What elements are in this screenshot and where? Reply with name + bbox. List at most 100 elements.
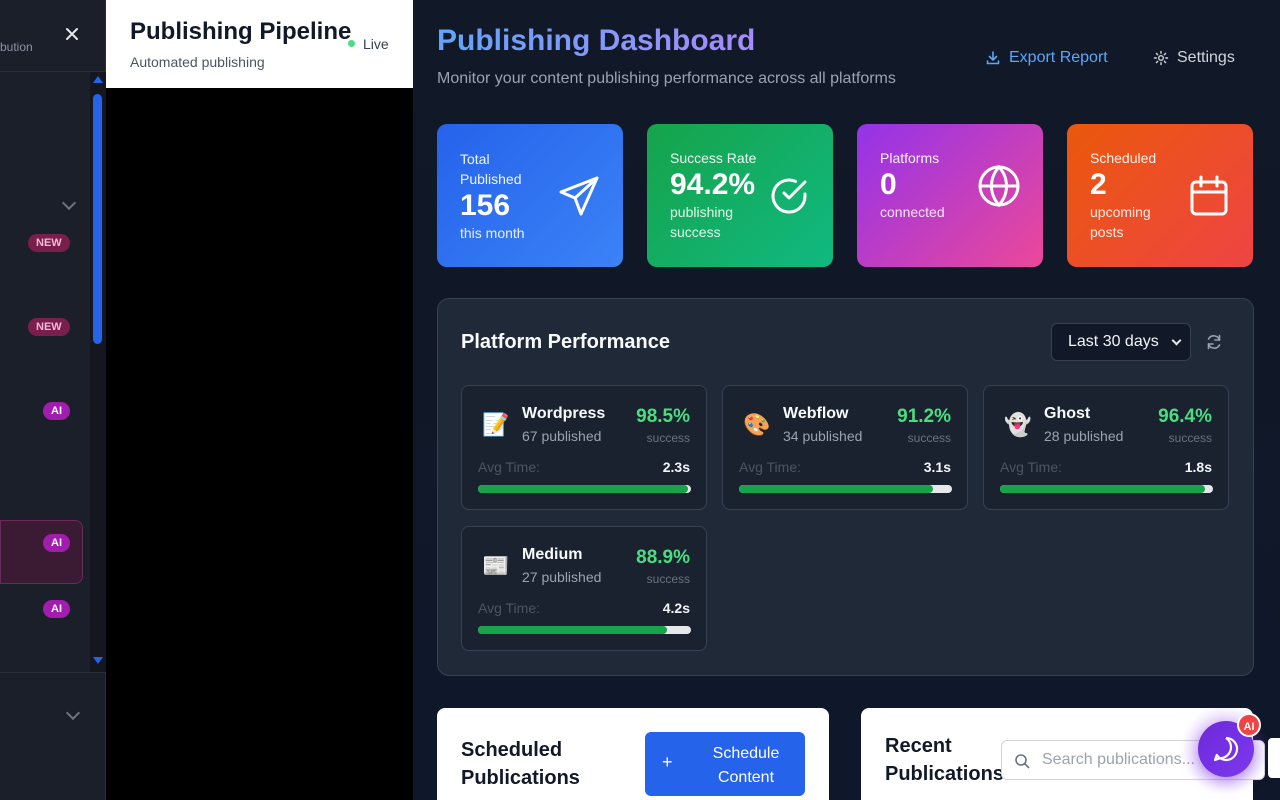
page-subtitle: Monitor your content publishing performa… (437, 70, 896, 87)
edge-panel (1268, 738, 1280, 778)
chevron-down-icon[interactable] (61, 195, 77, 211)
stat-card-success-rate: Success Rate 94.2% publishing success (647, 124, 833, 267)
memo-icon: 📝 (482, 412, 510, 437)
platform-name: Wordpress (522, 405, 606, 422)
stat-label: Total Published (460, 151, 522, 187)
sidebar-header-text: bution (0, 40, 33, 54)
export-report-button[interactable]: Export Report (985, 46, 1108, 70)
platform-performance-title: Platform Performance (461, 331, 670, 353)
ai-badge: AI (43, 402, 70, 420)
date-range-select[interactable]: Last 30 days (1051, 323, 1191, 361)
platform-progress-fill (478, 485, 688, 493)
platform-avg-time: 1.8s (1184, 459, 1212, 475)
pipeline-subtitle: Automated publishing (130, 54, 265, 70)
ai-badge: AI (43, 534, 70, 552)
pipeline-panel: Publishing Pipeline Automated publishing… (106, 0, 413, 800)
chevron-down-icon[interactable] (65, 705, 81, 721)
chevron-down-icon (1171, 335, 1182, 346)
platform-performance-panel: Platform Performance Last 30 days 📝 Word… (437, 298, 1254, 676)
plus-icon: + (662, 752, 673, 772)
ai-badge: AI (43, 600, 70, 618)
platform-progress-fill (1000, 485, 1206, 493)
schedule-content-label: Schedule Content (701, 742, 791, 790)
close-icon[interactable] (62, 24, 82, 44)
send-icon (559, 176, 599, 216)
stat-label: Success Rate (670, 150, 757, 166)
download-icon (986, 51, 1000, 65)
refresh-icon[interactable] (1205, 333, 1223, 351)
platform-avg-time: 4.2s (662, 600, 690, 616)
platform-count: 28 published (1044, 428, 1124, 444)
newspaper-icon: 📰 (482, 553, 510, 578)
search-icon (1015, 754, 1030, 769)
platform-card-wordpress[interactable]: 📝 Wordpress 67 published 98.5% success A… (461, 385, 707, 510)
platform-name: Webflow (783, 405, 849, 422)
settings-label: Settings (1177, 49, 1235, 66)
recent-publications-title: Recent Publications (885, 732, 1004, 788)
stat-sub: this month (460, 225, 525, 241)
platform-name: Ghost (1044, 405, 1091, 422)
platform-success-rate: 88.9% (636, 547, 690, 568)
platform-success-rate: 98.5% (636, 406, 690, 427)
platform-count: 34 published (783, 428, 863, 444)
globe-icon (978, 164, 1020, 208)
stat-sub: upcoming posts (1090, 204, 1151, 240)
platform-card-webflow[interactable]: 🎨 Webflow 34 published 91.2% success Avg… (722, 385, 968, 510)
platform-success-label: success (646, 431, 690, 445)
scheduled-publications-title: Scheduled Publications (461, 736, 580, 792)
platform-progress-fill (478, 626, 668, 634)
title-line: Publications (461, 767, 580, 789)
scroll-down-arrow-icon[interactable] (93, 657, 103, 664)
scroll-thumb[interactable] (93, 94, 102, 344)
live-status-dot (348, 40, 355, 47)
export-report-label: Export Report (1009, 49, 1108, 66)
settings-button[interactable]: Settings (1153, 46, 1235, 70)
platform-name: Medium (522, 546, 583, 563)
sidebar: bution NEW NEW AI AI AI (0, 0, 106, 800)
stat-card-total-published: Total Published 156 this month (437, 124, 623, 267)
platform-count: 67 published (522, 428, 602, 444)
stat-sub: publishing success (670, 204, 734, 240)
platform-avg-time-label: Avg Time: (739, 459, 801, 475)
platform-success-rate: 96.4% (1158, 406, 1212, 427)
pipeline-header: Publishing Pipeline Automated publishing… (106, 0, 413, 88)
pipeline-title: Publishing Pipeline (130, 18, 352, 45)
stat-label: Scheduled (1090, 150, 1157, 166)
new-badge: NEW (28, 234, 70, 252)
scroll-up-arrow-icon[interactable] (93, 76, 103, 83)
new-badge: NEW (28, 318, 70, 336)
sidebar-item-active[interactable] (0, 520, 83, 584)
date-range-value: Last 30 days (1068, 333, 1159, 350)
platform-progress-bar (478, 626, 691, 634)
platform-success-label: success (907, 431, 951, 445)
title-line: Scheduled (461, 739, 563, 761)
platform-success-label: success (1168, 431, 1212, 445)
platform-count: 27 published (522, 569, 602, 585)
platform-success-rate: 91.2% (897, 406, 951, 427)
sidebar-scrollbar[interactable] (90, 72, 106, 672)
sidebar-header: bution (0, 0, 105, 72)
platform-progress-bar (1000, 485, 1213, 493)
live-status-text: Live (363, 36, 389, 52)
stat-card-platforms: Platforms 0 connected (857, 124, 1043, 267)
button-line: Schedule (712, 745, 780, 762)
platform-success-label: success (646, 572, 690, 586)
platform-avg-time-label: Avg Time: (1000, 459, 1062, 475)
platform-progress-bar (739, 485, 952, 493)
page-title: Publishing Dashboard (437, 24, 756, 57)
palette-icon: 🎨 (743, 412, 771, 437)
platform-progress-bar (478, 485, 691, 493)
sidebar-divider (0, 672, 106, 673)
schedule-content-button[interactable]: + Schedule Content (645, 732, 805, 796)
button-line: Content (717, 769, 775, 786)
platform-avg-time: 2.3s (662, 459, 690, 475)
platform-card-ghost[interactable]: 👻 Ghost 28 published 96.4% success Avg T… (983, 385, 1229, 510)
calendar-icon (1190, 175, 1228, 216)
ghost-icon: 👻 (1004, 412, 1032, 437)
platform-avg-time: 3.1s (923, 459, 951, 475)
scheduled-publications-card: Scheduled Publications + Schedule Conten… (437, 708, 829, 800)
title-line: Publications (885, 763, 1004, 785)
title-line: Recent (885, 735, 952, 757)
ai-badge: AI (1237, 713, 1261, 737)
platform-card-medium[interactable]: 📰 Medium 27 published 88.9% success Avg … (461, 526, 707, 651)
